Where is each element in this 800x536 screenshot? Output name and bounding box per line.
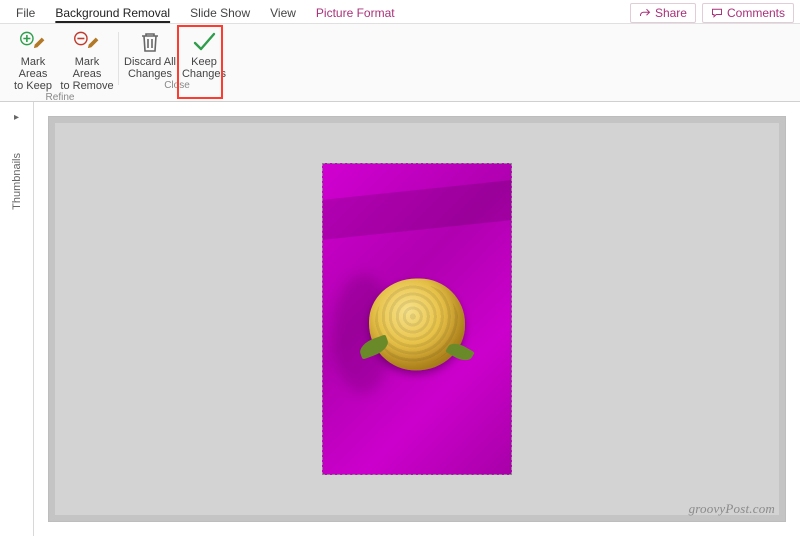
thumbnails-label: Thumbnails bbox=[11, 153, 23, 210]
mark-remove-line1: Mark Areas bbox=[60, 56, 114, 80]
group-close-body: Discard All Changes Keep Changes bbox=[123, 26, 231, 80]
thumbnails-pane[interactable]: ▸ Thumbnails bbox=[0, 102, 34, 536]
group-refine-body: Mark Areas to Keep Mark Areas to Remove bbox=[6, 26, 114, 92]
discard-line2: Changes bbox=[128, 68, 172, 80]
tab-strip: File Background Removal Slide Show View … bbox=[0, 0, 800, 24]
keep-line2: Changes bbox=[182, 68, 226, 80]
mark-keep-line1: Mark Areas bbox=[6, 56, 60, 80]
comments-button[interactable]: Comments bbox=[702, 3, 794, 23]
comment-icon bbox=[711, 7, 723, 19]
mark-areas-keep-button[interactable]: Mark Areas to Keep bbox=[6, 26, 60, 92]
selected-picture[interactable] bbox=[322, 163, 512, 475]
mark-remove-line2: to Remove bbox=[60, 80, 113, 92]
pencil-minus-icon bbox=[73, 30, 101, 54]
tab-background-removal[interactable]: Background Removal bbox=[45, 2, 180, 24]
tab-view[interactable]: View bbox=[260, 2, 306, 24]
keep-line1: Keep bbox=[191, 56, 217, 68]
tab-picture-format[interactable]: Picture Format bbox=[306, 2, 405, 24]
comments-label: Comments bbox=[727, 6, 785, 20]
keep-changes-button[interactable]: Keep Changes bbox=[177, 26, 231, 80]
mark-areas-remove-button[interactable]: Mark Areas to Remove bbox=[60, 26, 114, 92]
share-icon bbox=[639, 7, 651, 19]
tab-file[interactable]: File bbox=[6, 2, 45, 24]
editor-canvas: groovyPost.com bbox=[34, 102, 800, 536]
share-button[interactable]: Share bbox=[630, 3, 696, 23]
watermark-text: groovyPost.com bbox=[689, 501, 775, 517]
group-close: Discard All Changes Keep Changes Close bbox=[121, 26, 233, 101]
group-refine: Mark Areas to Keep Mark Areas to Remove … bbox=[4, 26, 116, 101]
tab-slide-show[interactable]: Slide Show bbox=[180, 2, 260, 24]
group-close-label: Close bbox=[164, 80, 190, 93]
ribbon: Mark Areas to Keep Mark Areas to Remove … bbox=[0, 24, 800, 102]
foreground-flower bbox=[369, 279, 465, 371]
discard-line1: Discard All bbox=[124, 56, 176, 68]
group-separator-1 bbox=[118, 32, 119, 85]
trash-icon bbox=[136, 30, 164, 54]
share-label: Share bbox=[655, 6, 687, 20]
pencil-plus-icon bbox=[19, 30, 47, 54]
discard-all-changes-button[interactable]: Discard All Changes bbox=[123, 26, 177, 80]
chevron-right-icon[interactable]: ▸ bbox=[14, 112, 19, 123]
slide[interactable]: groovyPost.com bbox=[48, 116, 786, 522]
checkmark-icon bbox=[190, 30, 218, 54]
mark-keep-line2: to Keep bbox=[14, 80, 52, 92]
